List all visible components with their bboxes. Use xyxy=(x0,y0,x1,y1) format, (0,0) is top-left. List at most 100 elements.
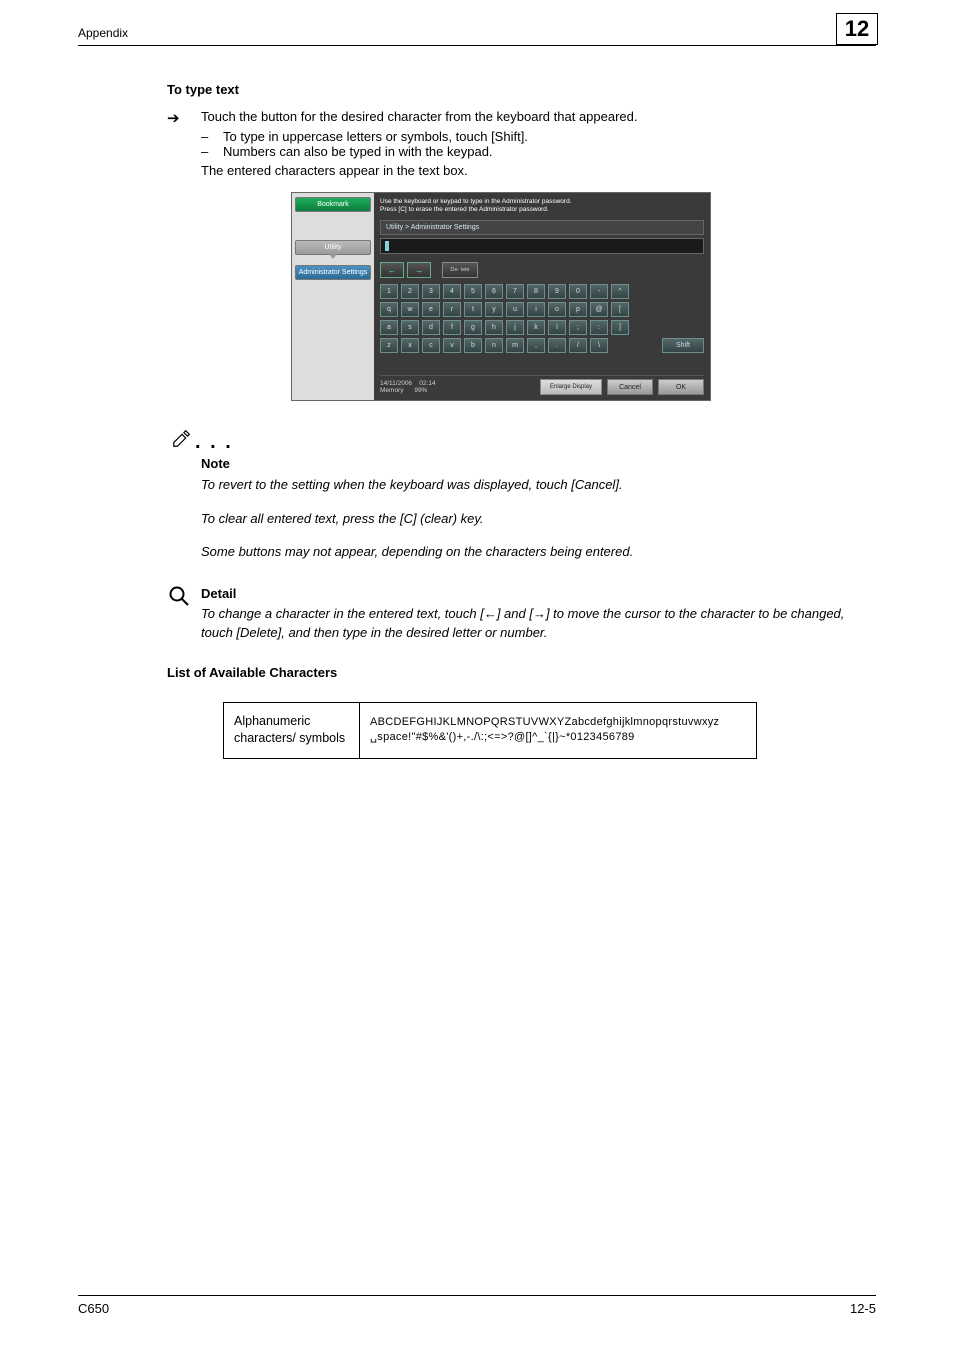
key[interactable]: p xyxy=(569,302,587,317)
note-p1: To revert to the setting when the keyboa… xyxy=(201,475,876,495)
key[interactable]: u xyxy=(506,302,524,317)
key[interactable]: e xyxy=(422,302,440,317)
chevron-down-icon xyxy=(329,254,337,259)
arrow-left-button[interactable]: ← xyxy=(380,262,404,278)
dash-icon: – xyxy=(201,129,223,144)
content: To type text ➔ Touch the button for the … xyxy=(167,82,876,759)
text-cursor xyxy=(385,241,389,251)
key[interactable]: t xyxy=(464,302,482,317)
key[interactable]: . xyxy=(548,338,566,353)
characters-table: Alphanumeric characters/ symbols ABCDEFG… xyxy=(223,702,757,759)
bookmark-tab[interactable]: Bookmark xyxy=(295,197,371,212)
key-row-3: a s d f g h j k l ; : ] xyxy=(380,320,704,335)
key[interactable]: y xyxy=(485,302,503,317)
section-title: To type text xyxy=(167,82,876,97)
key[interactable]: d xyxy=(422,320,440,335)
kb-msg-1: Use the keyboard or keypad to type in th… xyxy=(380,198,572,205)
dash-icon: – xyxy=(201,144,223,159)
key[interactable]: - xyxy=(590,284,608,299)
arrow-icon: ➔ xyxy=(167,109,201,129)
password-input[interactable] xyxy=(380,238,704,254)
keyboard-main: Use the keyboard or keypad to type in th… xyxy=(374,193,710,401)
key[interactable]: / xyxy=(569,338,587,353)
instruction-text: Touch the button for the desired charact… xyxy=(201,109,638,124)
instruction-row: ➔ Touch the button for the desired chara… xyxy=(167,109,876,129)
key[interactable]: ; xyxy=(569,320,587,335)
note-p2: To clear all entered text, press the [C]… xyxy=(201,509,876,529)
chapter-number-box: 12 xyxy=(836,13,878,45)
footer-rule xyxy=(78,1295,876,1296)
dash-text-1: To type in uppercase letters or symbols,… xyxy=(223,129,528,144)
after-text: The entered characters appear in the tex… xyxy=(201,163,876,178)
key[interactable]: m xyxy=(506,338,524,353)
arrow-right-button[interactable]: → xyxy=(407,262,431,278)
table-cell-label: Alphanumeric characters/ symbols xyxy=(224,702,360,758)
key[interactable]: k xyxy=(527,320,545,335)
detail-label: Detail xyxy=(201,586,876,601)
note-block: . . . Note To revert to the setting when… xyxy=(167,431,876,562)
key[interactable]: ] xyxy=(611,320,629,335)
key[interactable]: 9 xyxy=(548,284,566,299)
key[interactable]: n xyxy=(485,338,503,353)
key[interactable]: f xyxy=(443,320,461,335)
key[interactable]: 8 xyxy=(527,284,545,299)
table-cell-value: ABCDEFGHIJKLMNOPQRSTUVWXYZabcdefghijklmn… xyxy=(360,702,757,758)
key[interactable]: w xyxy=(401,302,419,317)
dash-item-1: – To type in uppercase letters or symbol… xyxy=(201,129,876,144)
key[interactable]: s xyxy=(401,320,419,335)
note-dots: . . . xyxy=(195,431,233,453)
key[interactable]: r xyxy=(443,302,461,317)
chapter-number: 12 xyxy=(845,16,869,42)
key[interactable]: v xyxy=(443,338,461,353)
key[interactable]: : xyxy=(590,320,608,335)
keyboard-footer-left: 14/11/2006 02:14 Memory 99% xyxy=(380,380,535,396)
delete-button[interactable]: De- lete xyxy=(442,262,478,278)
key[interactable]: 2 xyxy=(401,284,419,299)
sub-list: – To type in uppercase letters or symbol… xyxy=(201,129,876,178)
key[interactable]: b xyxy=(464,338,482,353)
key-row-1: 1 2 3 4 5 6 7 8 9 0 - ^ xyxy=(380,284,704,299)
key[interactable]: ^ xyxy=(611,284,629,299)
note-p3: Some buttons may not appear, depending o… xyxy=(201,542,876,562)
key[interactable]: h xyxy=(485,320,503,335)
key[interactable]: @ xyxy=(590,302,608,317)
key[interactable]: 4 xyxy=(443,284,461,299)
footer-date: 14/11/2006 xyxy=(380,380,412,387)
key[interactable]: c xyxy=(422,338,440,353)
enlarge-display-button[interactable]: Enlarge Display xyxy=(540,379,602,395)
key[interactable]: l xyxy=(548,320,566,335)
key[interactable]: \ xyxy=(590,338,608,353)
cancel-button[interactable]: Cancel xyxy=(607,379,653,395)
table-row: Alphanumeric characters/ symbols ABCDEFG… xyxy=(224,702,757,758)
key[interactable]: q xyxy=(380,302,398,317)
key[interactable]: z xyxy=(380,338,398,353)
dash-text-2: Numbers can also be typed in with the ke… xyxy=(223,144,493,159)
key[interactable]: g xyxy=(464,320,482,335)
key[interactable]: 5 xyxy=(464,284,482,299)
keyboard-sidebar: Bookmark Utility Administrator Settings xyxy=(292,193,374,401)
key[interactable]: x xyxy=(401,338,419,353)
ok-button[interactable]: OK xyxy=(658,379,704,395)
key[interactable]: 7 xyxy=(506,284,524,299)
key[interactable]: , xyxy=(527,338,545,353)
key[interactable]: a xyxy=(380,320,398,335)
key[interactable]: i xyxy=(527,302,545,317)
note-body: To revert to the setting when the keyboa… xyxy=(201,475,876,562)
key[interactable]: 6 xyxy=(485,284,503,299)
key[interactable]: 3 xyxy=(422,284,440,299)
keyboard-screenshot: Bookmark Utility Administrator Settings … xyxy=(291,192,711,402)
key[interactable]: 1 xyxy=(380,284,398,299)
admin-settings-tab[interactable]: Administrator Settings xyxy=(295,265,371,281)
key[interactable]: j xyxy=(506,320,524,335)
footer-right: 12-5 xyxy=(850,1301,876,1316)
keyboard-controls: ← → De- lete xyxy=(380,262,704,278)
utility-tab[interactable]: Utility xyxy=(295,240,371,255)
keyboard-footer: 14/11/2006 02:14 Memory 99% Enlarge Disp… xyxy=(380,375,704,395)
key-row-4: z x c v b n m , . / \ Shift xyxy=(380,338,704,353)
key[interactable]: [ xyxy=(611,302,629,317)
shift-button[interactable]: Shift xyxy=(662,338,704,353)
key[interactable]: o xyxy=(548,302,566,317)
header-appendix: Appendix xyxy=(78,26,128,40)
keyboard-message: Use the keyboard or keypad to type in th… xyxy=(380,198,704,215)
key[interactable]: 0 xyxy=(569,284,587,299)
